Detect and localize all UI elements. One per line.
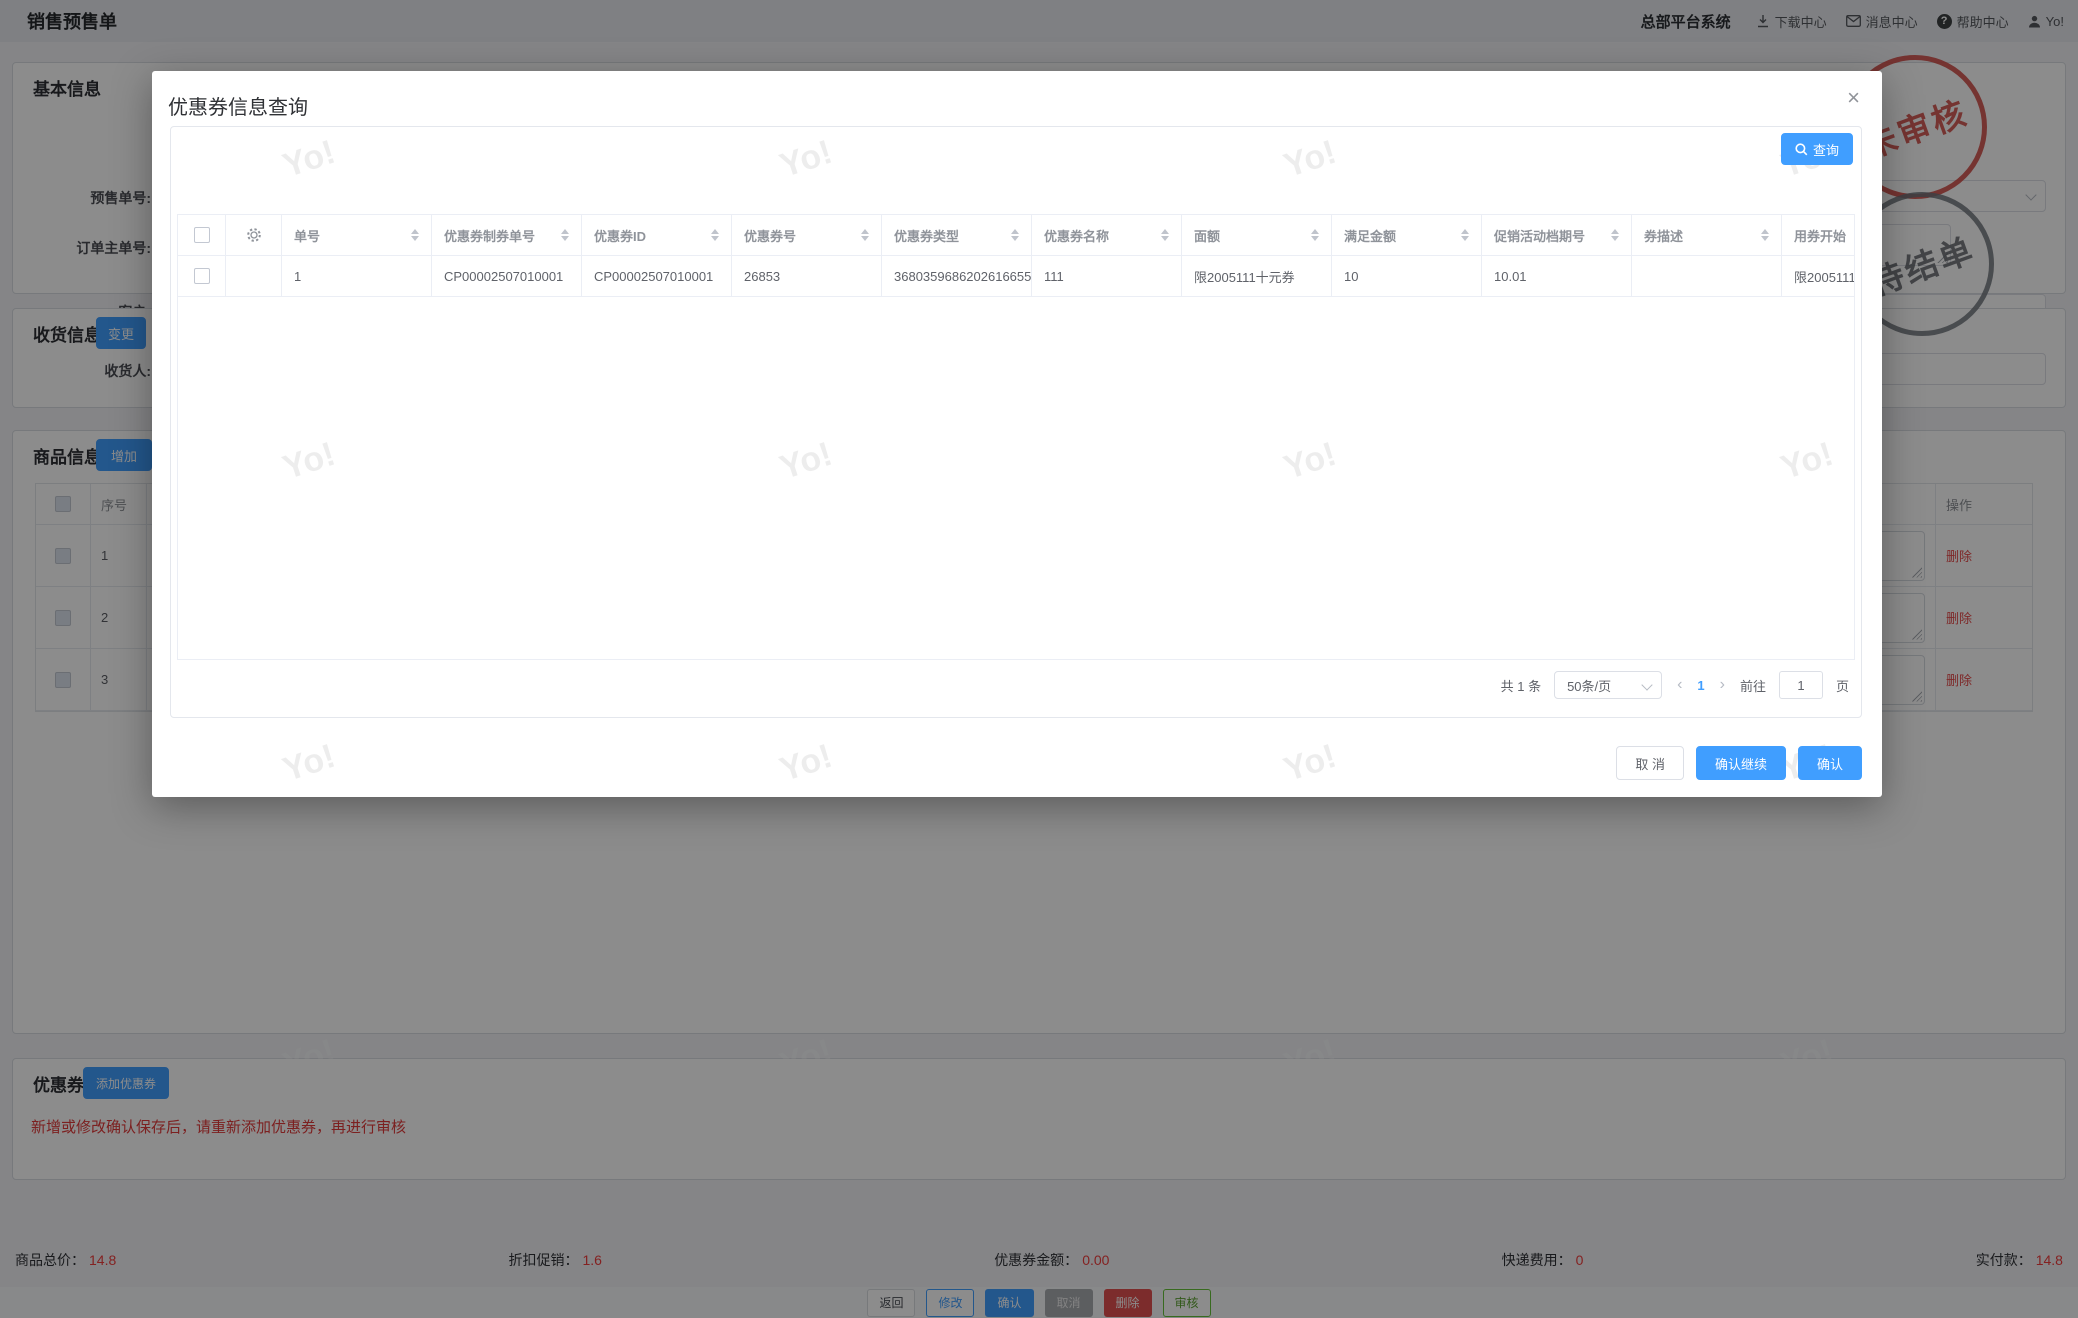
row-checkbox[interactable]	[193, 268, 210, 284]
pagination: 共 1 条 50条/页 ‹ 1 › 前往 页	[1501, 671, 1849, 699]
cell-index: 1	[282, 256, 432, 296]
sort-icon[interactable]	[1155, 229, 1169, 241]
sort-icon[interactable]	[405, 229, 419, 241]
prev-page-button[interactable]: ‹	[1675, 676, 1684, 694]
col-header: 用券开始	[1782, 215, 1854, 255]
watermark: Yo!	[775, 736, 837, 790]
cell: 10.01	[1482, 256, 1632, 296]
cell: 限2005111用	[1782, 256, 1854, 296]
cell: 111	[1032, 256, 1182, 296]
sort-icon[interactable]	[705, 229, 719, 241]
sort-icon[interactable]	[1455, 229, 1469, 241]
page-number[interactable]: 1	[1697, 678, 1704, 693]
col-header: 券描述	[1632, 215, 1782, 255]
sort-icon[interactable]	[1305, 229, 1319, 241]
coupon-header-row: 单号 优惠券制券单号 优惠券ID 优惠券号 优惠券类型 优惠券名称 面额 满足金…	[178, 215, 1854, 256]
dialog-footer: 取 消 确认继续 确认	[1616, 746, 1862, 780]
cell: 限2005111十元券	[1182, 256, 1332, 296]
dialog-cancel-button[interactable]: 取 消	[1616, 746, 1684, 780]
col-header: 单号	[282, 215, 432, 255]
cell: CP00002507010001	[582, 256, 732, 296]
goto-label: 前往	[1739, 678, 1766, 694]
chevron-down-icon	[1641, 679, 1653, 691]
query-label: 查询	[1812, 142, 1839, 158]
col-header: 优惠券类型	[882, 215, 1032, 255]
gear-icon	[246, 228, 261, 242]
col-header: 优惠券名称	[1032, 215, 1182, 255]
watermark: Yo!	[1279, 736, 1341, 790]
select-all-checkbox[interactable]	[193, 227, 210, 243]
watermark: Yo!	[278, 736, 340, 790]
col-header: 满足金额	[1332, 215, 1482, 255]
coupon-table: 单号 优惠券制券单号 优惠券ID 优惠券号 优惠券类型 优惠券名称 面额 满足金…	[177, 214, 1855, 660]
sort-icon[interactable]	[855, 229, 869, 241]
next-page-button[interactable]: ›	[1718, 676, 1727, 694]
goto-page-input[interactable]	[1778, 671, 1823, 699]
page-size-value: 50条/页	[1567, 678, 1612, 694]
query-button[interactable]: 查询	[1780, 133, 1853, 165]
page-size-select[interactable]: 50条/页	[1554, 671, 1663, 699]
sort-icon[interactable]	[1755, 229, 1769, 241]
total-count: 共 1 条	[1500, 678, 1542, 694]
page-unit-label: 页	[1835, 678, 1849, 694]
col-header: 优惠券号	[732, 215, 882, 255]
cell	[1632, 256, 1782, 296]
cell: 10	[1332, 256, 1482, 296]
dialog-confirm-button[interactable]: 确认	[1797, 746, 1862, 780]
col-header: 优惠券ID	[582, 215, 732, 255]
sort-icon[interactable]	[1005, 229, 1019, 241]
sort-icon[interactable]	[555, 229, 569, 241]
confirm-continue-button[interactable]: 确认继续	[1695, 746, 1786, 780]
coupon-query-dialog: Yo!Yo!Yo!Yo!Yo!Yo!Yo!Yo!Yo!Yo!Yo!Yo! 优惠券…	[152, 71, 1882, 797]
dialog-title: 优惠券信息查询	[168, 97, 308, 119]
col-header: 促销活动档期号	[1482, 215, 1632, 255]
cell: 3680359686202616655	[882, 256, 1032, 296]
col-header: 优惠券制券单号	[432, 215, 582, 255]
cell: 26853	[732, 256, 882, 296]
sort-icon[interactable]	[1605, 229, 1619, 241]
cell: CP00002507010001	[432, 256, 582, 296]
column-settings[interactable]	[226, 215, 282, 255]
close-icon[interactable]: ×	[1847, 87, 1860, 109]
search-icon	[1795, 142, 1808, 155]
col-header: 面额	[1182, 215, 1332, 255]
coupon-query-panel: 查询 单号 优惠券制券单号 优惠券ID 优惠券号 优惠券类型 优惠券名称 面额 …	[170, 126, 1862, 718]
coupon-row: 1 CP00002507010001 CP00002507010001 2685…	[178, 256, 1854, 297]
